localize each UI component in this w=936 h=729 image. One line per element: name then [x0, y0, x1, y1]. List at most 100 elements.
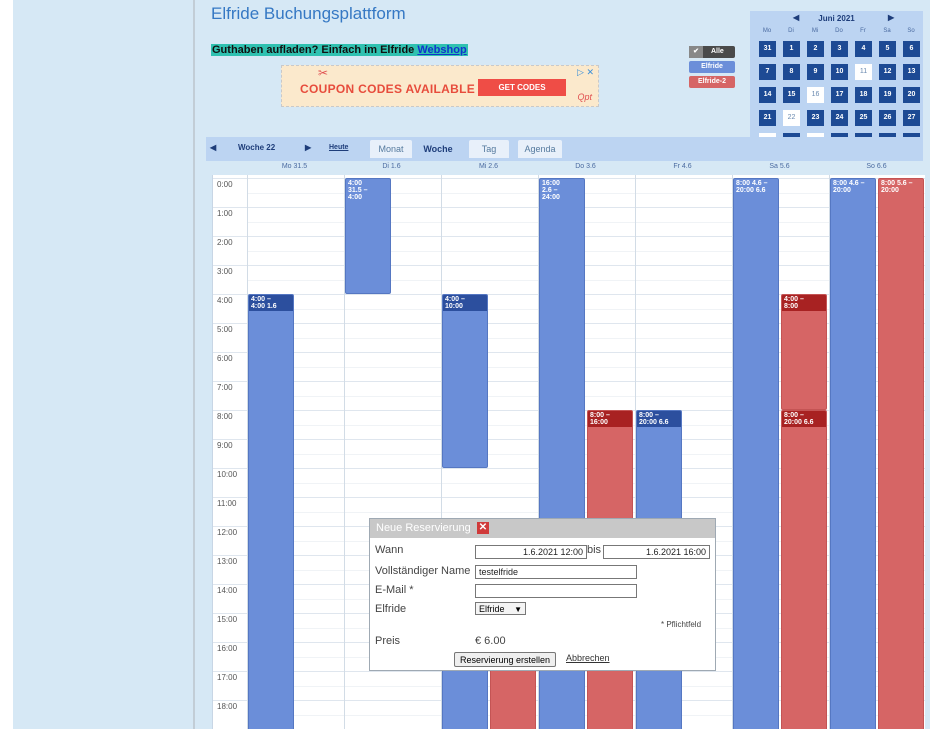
mini-calendar-day[interactable]: 5 [879, 41, 896, 57]
day-header[interactable]: Sa 5.6 [731, 163, 828, 175]
price-label: Preis [375, 635, 401, 647]
day-header[interactable]: Mi 2.6 [440, 163, 537, 175]
weekday-label: Sa [883, 28, 891, 34]
today-link[interactable]: Heute [329, 144, 348, 151]
filter-all-label: Alle [710, 48, 724, 55]
prev-week-icon[interactable]: ◀ [210, 143, 216, 152]
mini-calendar-day[interactable]: 26 [879, 110, 896, 126]
booking-event-elfride[interactable]: 8:00 4.6 – 20:00 [830, 178, 876, 729]
mini-calendar-day[interactable]: 16 [807, 87, 824, 103]
booking-event-elfride-2[interactable]: 8:00 5.6 – 20:00 [878, 178, 924, 729]
time-label: 2:00 [217, 238, 233, 247]
mini-calendar-day[interactable]: 8 [783, 64, 800, 80]
dialog-titlebar: Neue Reservierung ✕ [370, 519, 715, 538]
week-label: Woche 22 [238, 143, 276, 152]
time-label: 4:00 [217, 296, 233, 305]
mini-calendar-day[interactable]: 19 [879, 87, 896, 103]
mini-calendar-day[interactable]: 17 [831, 87, 848, 103]
topup-banner: Guthaben aufladen? Einfach im Elfride We… [211, 44, 468, 56]
day-header[interactable]: Mo 31.5 [246, 163, 343, 175]
elfride-select-value: Elfride [479, 604, 505, 614]
mini-calendar-day[interactable]: 3 [831, 41, 848, 57]
elfride-label: Elfride [375, 603, 407, 615]
mini-calendar-day[interactable]: 2 [807, 41, 824, 57]
ad-close-icon[interactable]: ▷ ✕ [577, 67, 594, 78]
tab-tag[interactable]: Tag [469, 140, 509, 158]
weekday-label: Mo [762, 28, 772, 34]
mini-calendar-day[interactable]: 4 [855, 41, 872, 57]
day-header[interactable]: Do 3.6 [537, 163, 634, 175]
mini-calendar-day[interactable]: 31 [759, 41, 776, 57]
time-label: 3:00 [217, 267, 233, 276]
mini-calendar-day[interactable]: 18 [855, 87, 872, 103]
booking-event-elfride[interactable]: 4:00 31.5 – 4:00 [345, 178, 391, 294]
weekday-label: Di [788, 28, 794, 34]
day-header[interactable]: Fr 4.6 [634, 163, 731, 175]
event-time-label: 4:00 – 4:00 1.6 [249, 295, 293, 311]
time-label: 11:00 [217, 499, 237, 508]
tab-woche[interactable]: Woche [418, 140, 458, 158]
time-label: 18:00 [217, 702, 238, 711]
tab-agenda[interactable]: Agenda [518, 140, 562, 158]
create-reservation-button[interactable]: Reservierung erstellen [454, 652, 556, 667]
booking-event-elfride[interactable]: 8:00 4.6 – 20:00 6.6 [733, 178, 779, 729]
mini-calendar-day[interactable]: 14 [759, 87, 776, 103]
mini-calendar-day[interactable]: 6 [903, 41, 920, 57]
time-label: 8:00 [217, 412, 233, 421]
time-label: 13:00 [217, 557, 238, 566]
mini-calendar-day[interactable]: 22 [783, 110, 800, 126]
next-month-icon[interactable]: ▶ [888, 13, 894, 22]
price-value: € 6.00 [475, 635, 506, 647]
fullname-input[interactable]: testelfride [475, 565, 637, 579]
mini-calendar-day[interactable]: 9 [807, 64, 824, 80]
weekday-label: Mi [811, 28, 819, 34]
filter-all-button[interactable]: ✔ Alle [689, 46, 735, 58]
email-label: E-Mail * [375, 584, 414, 596]
mini-calendar-day[interactable]: 15 [783, 87, 800, 103]
booking-event-elfride[interactable]: 4:00 – 4:00 1.6 [248, 294, 294, 729]
mini-calendar-day[interactable]: 10 [831, 64, 848, 80]
event-time-label: 8:00 4.6 – 20:00 [833, 180, 865, 194]
next-week-icon[interactable]: ▶ [305, 143, 311, 152]
filter-elfride-button[interactable]: Elfride [689, 61, 735, 73]
event-time-label: 8:00 5.6 – 20:00 [881, 180, 913, 194]
mini-calendar-day[interactable]: 23 [807, 110, 824, 126]
mini-calendar-day[interactable]: 1 [783, 41, 800, 57]
time-label: 12:00 [217, 528, 238, 537]
webshop-link[interactable]: Webshop [417, 44, 466, 56]
email-input[interactable] [475, 584, 637, 598]
from-datetime-input[interactable]: 1.6.2021 12:00 [475, 545, 587, 559]
ad-get-codes-button[interactable]: GET CODES [478, 79, 566, 96]
filter-elfride2-button[interactable]: Elfride-2 [689, 76, 735, 88]
mini-calendar-day[interactable]: 21 [759, 110, 776, 126]
close-icon[interactable]: ✕ [477, 522, 489, 534]
fullname-label: Vollständiger Name [375, 565, 471, 577]
cancel-link[interactable]: Abbrechen [566, 653, 610, 663]
tab-monat[interactable]: Monat [370, 140, 412, 158]
scissors-icon: ✂ [318, 66, 329, 80]
day-header[interactable]: So 6.6 [828, 163, 925, 175]
booking-event-elfride-2[interactable]: 8:00 – 20:00 6.6 [781, 410, 827, 729]
ad-banner[interactable]: ✂ COUPON CODES AVAILABLE GET CODES ▷ ✕ Q… [281, 65, 599, 107]
day-header[interactable]: Di 1.6 [343, 163, 440, 175]
mini-calendar-day[interactable]: 11 [855, 64, 872, 80]
prev-month-icon[interactable]: ◀ [793, 13, 799, 22]
to-datetime-input[interactable]: 1.6.2021 16:00 [603, 545, 710, 559]
elfride-select[interactable]: Elfride ▼ [475, 602, 526, 615]
dialog-title: Neue Reservierung [376, 522, 471, 534]
check-icon: ✔ [689, 46, 703, 58]
booking-event-elfride[interactable]: 4:00 – 10:00 [442, 294, 488, 468]
mini-calendar-day[interactable]: 12 [879, 64, 896, 80]
mini-calendar-day[interactable]: 25 [855, 110, 872, 126]
time-label: 15:00 [217, 615, 238, 624]
mini-calendar-day[interactable]: 27 [903, 110, 920, 126]
weekday-label: Fr [860, 28, 866, 34]
mini-calendar-day[interactable]: 7 [759, 64, 776, 80]
mini-calendar-day[interactable]: 13 [903, 64, 920, 80]
booking-event-elfride-2[interactable]: 4:00 – 8:00 [781, 294, 827, 410]
time-label: 1:00 [217, 209, 233, 218]
mini-calendar-day[interactable]: 20 [903, 87, 920, 103]
mini-calendar-header: Juni 2021 ◀ ▶ [750, 13, 923, 25]
mini-calendar-day[interactable]: 24 [831, 110, 848, 126]
mini-calendar-month: Juni 2021 [818, 14, 855, 23]
